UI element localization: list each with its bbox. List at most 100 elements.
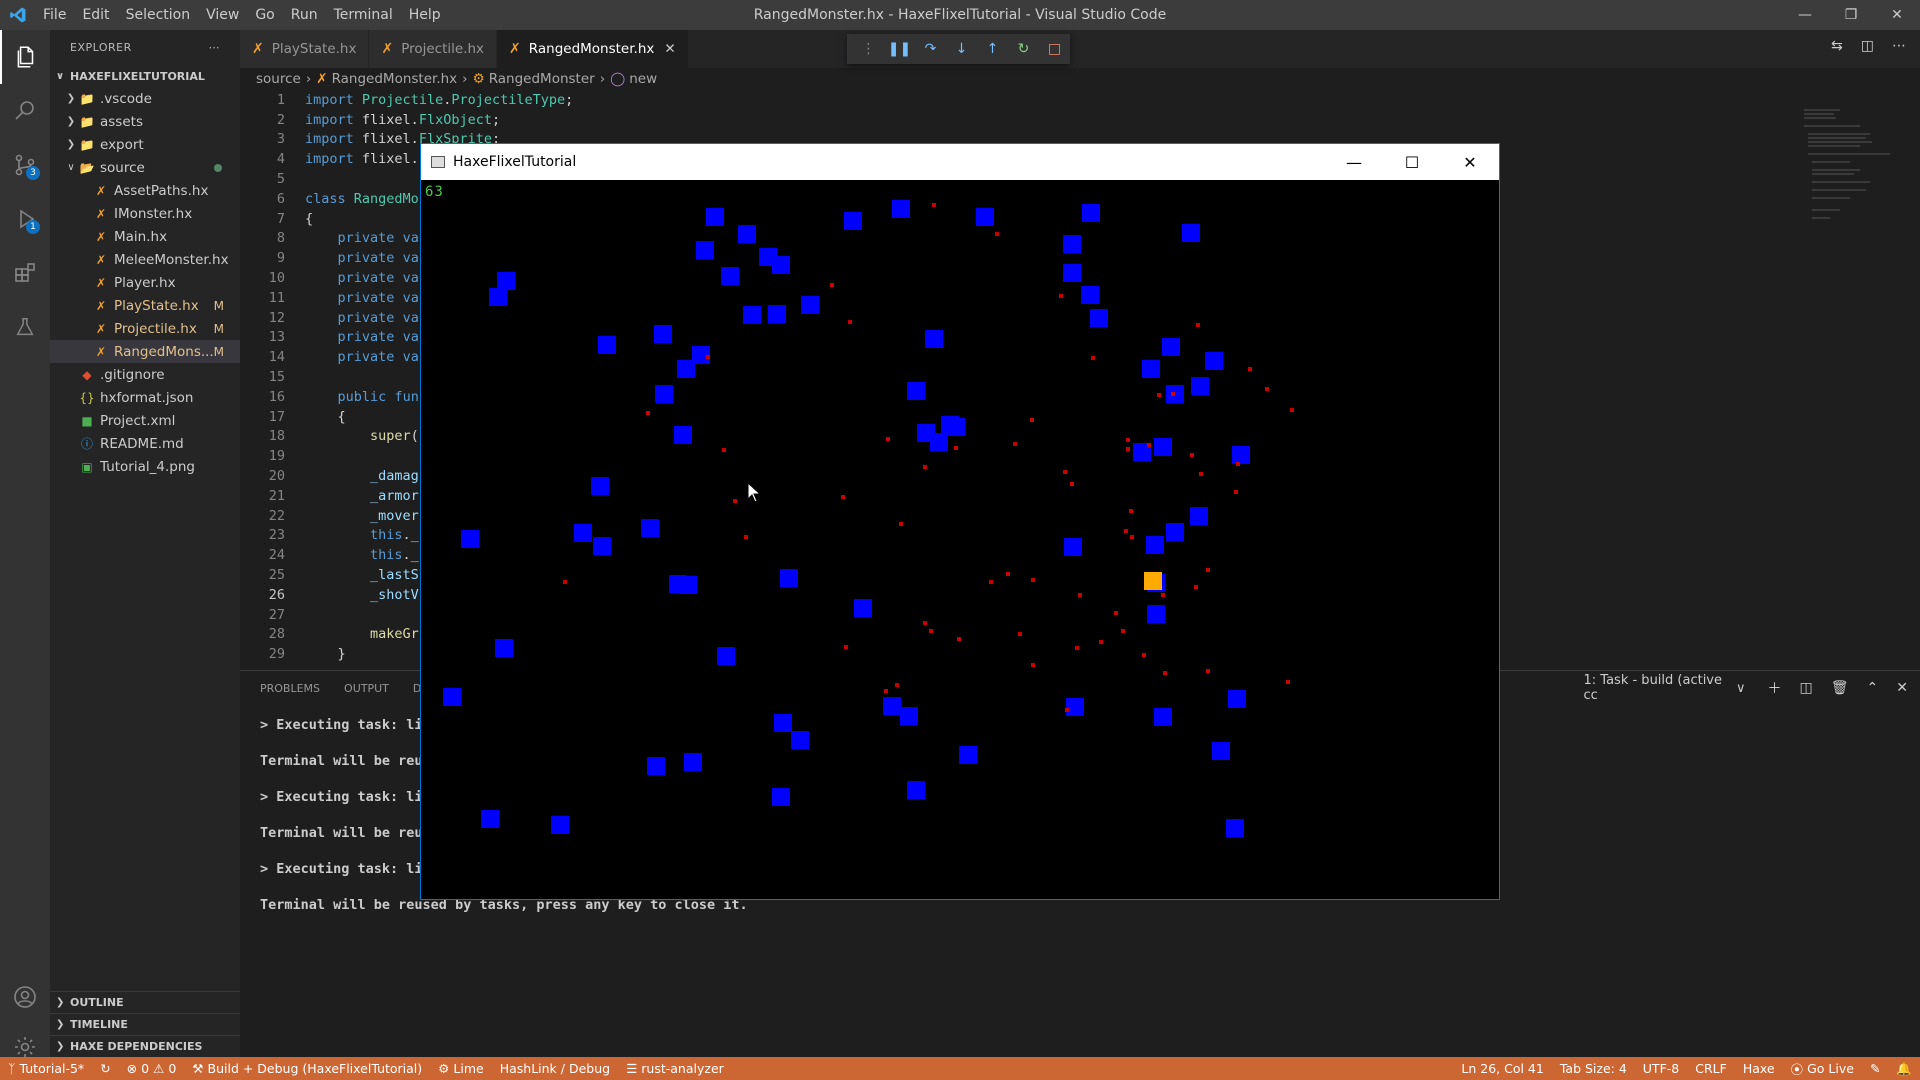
list-item[interactable]: ◆ .gitignore bbox=[50, 363, 240, 386]
stop-icon[interactable]: □ bbox=[1039, 41, 1070, 57]
tab-problems[interactable]: PROBLEMS bbox=[260, 682, 320, 695]
monster-sprite bbox=[696, 241, 714, 259]
account-icon[interactable] bbox=[0, 970, 50, 1024]
breadcrumb-item[interactable]: RangedMonster.hx bbox=[332, 71, 458, 87]
encoding[interactable]: UTF-8 bbox=[1635, 1061, 1687, 1076]
run-debug-icon[interactable]: 1 bbox=[0, 192, 50, 246]
menu-run[interactable]: Run bbox=[283, 0, 326, 30]
minimize-button[interactable]: — bbox=[1782, 0, 1828, 30]
trash-icon[interactable]: 🗑 bbox=[1831, 680, 1849, 696]
list-item[interactable]: ⓘ README.md bbox=[50, 432, 240, 455]
close-tab-icon[interactable]: ✕ bbox=[664, 41, 675, 57]
drag-handle-icon[interactable]: ⋮ bbox=[853, 41, 884, 57]
explorer-icon[interactable] bbox=[0, 30, 50, 84]
target-status[interactable]: HashLink / Debug bbox=[492, 1061, 618, 1076]
breadcrumb-item[interactable]: RangedMonster bbox=[489, 71, 595, 87]
restore-button[interactable]: ❐ bbox=[1828, 0, 1874, 30]
debug-toolbar: ⋮ ❚❚ ↷ ↓ ↑ ↻ □ bbox=[847, 34, 1070, 64]
breadcrumb-item[interactable]: source bbox=[256, 71, 301, 87]
line-ending[interactable]: CRLF bbox=[1687, 1061, 1735, 1076]
tab-projectile[interactable]: ✗ Projectile.hx bbox=[369, 30, 498, 68]
haxe-dependencies-section[interactable]: ❯ HAXE DEPENDENCIES bbox=[50, 1035, 240, 1057]
maximize-panel-icon[interactable]: ⌃ bbox=[1867, 680, 1879, 696]
testing-icon[interactable] bbox=[0, 300, 50, 354]
close-panel-icon[interactable]: ✕ bbox=[1896, 680, 1908, 696]
list-item[interactable]: {} hxformat.json bbox=[50, 386, 240, 409]
menu-selection[interactable]: Selection bbox=[118, 0, 199, 30]
step-out-icon[interactable]: ↑ bbox=[977, 41, 1008, 57]
monster-sprite bbox=[772, 788, 790, 806]
tab-rangedmonster[interactable]: ✗ RangedMonster.hx ✕ bbox=[497, 30, 689, 68]
project-root[interactable]: ∨ HAXEFLIXELTUTORIAL bbox=[50, 65, 240, 87]
problems-status[interactable]: ⊗ 0 ⚠ 0 bbox=[119, 1061, 185, 1076]
list-item[interactable]: ✗ Projectile.hx M bbox=[50, 317, 240, 340]
menu-terminal[interactable]: Terminal bbox=[326, 0, 401, 30]
source-control-icon[interactable]: 3 bbox=[0, 138, 50, 192]
more-actions-icon[interactable]: ⋯ bbox=[209, 41, 221, 54]
tab-playstate[interactable]: ✗ PlayState.hx bbox=[240, 30, 370, 68]
outline-section[interactable]: ❯ OUTLINE bbox=[50, 991, 240, 1013]
branch-status[interactable]: ᛉ Tutorial-5* bbox=[0, 1061, 92, 1076]
breadcrumb-item[interactable]: new bbox=[629, 71, 657, 87]
cursor-position[interactable]: Ln 26, Col 41 bbox=[1453, 1061, 1551, 1076]
notifications-icon[interactable]: 🔔 bbox=[1888, 1061, 1920, 1077]
tab-size[interactable]: Tab Size: 4 bbox=[1552, 1061, 1635, 1076]
line-number: 23 bbox=[268, 527, 285, 544]
game-close-button[interactable]: ✕ bbox=[1441, 144, 1499, 180]
close-button[interactable]: ✕ bbox=[1874, 0, 1920, 30]
info-icon: ⓘ bbox=[80, 437, 93, 451]
step-over-icon[interactable]: ↷ bbox=[915, 41, 946, 57]
game-canvas[interactable]: 63 bbox=[421, 180, 1499, 899]
language-mode[interactable]: Haxe bbox=[1735, 1061, 1783, 1076]
projectile-sprite bbox=[1059, 294, 1063, 298]
split-editor-icon[interactable]: ◫ bbox=[1861, 38, 1874, 54]
projectile-sprite bbox=[1031, 578, 1035, 582]
projectile-sprite bbox=[841, 495, 845, 499]
extensions-icon[interactable] bbox=[0, 246, 50, 300]
list-item[interactable]: ✗ MeleeMonster.hx bbox=[50, 248, 240, 271]
list-item[interactable]: ∨ 📂 source bbox=[50, 156, 240, 179]
build-status[interactable]: ⚒ Build + Debug (HaxeFlixelTutorial) bbox=[184, 1061, 430, 1076]
list-item[interactable]: ✗ PlayState.hx M bbox=[50, 294, 240, 317]
list-item[interactable]: ✗ AssetPaths.hx bbox=[50, 179, 240, 202]
list-item[interactable]: ✗ IMonster.hx bbox=[50, 202, 240, 225]
menu-go[interactable]: Go bbox=[247, 0, 282, 30]
terminal-select[interactable]: 1: Task - build (active cc ∨ bbox=[1580, 673, 1750, 703]
minimap[interactable] bbox=[1800, 90, 1920, 670]
game-maximize-button[interactable]: ☐ bbox=[1383, 144, 1441, 180]
monster-sprite bbox=[641, 519, 659, 537]
list-item[interactable]: ✗ RangedMons... M bbox=[50, 340, 240, 363]
haxe-icon: ✗ bbox=[509, 41, 521, 57]
list-item[interactable]: ✗ Player.hx bbox=[50, 271, 240, 294]
compare-icon[interactable]: ⇆ bbox=[1831, 38, 1843, 54]
go-live-button[interactable]: ⦿ Go Live bbox=[1783, 1059, 1862, 1078]
new-terminal-icon[interactable]: ＋ bbox=[1768, 678, 1782, 698]
class-icon: ⚙ bbox=[472, 71, 485, 87]
list-item[interactable]: ■ Project.xml bbox=[50, 409, 240, 432]
list-item[interactable]: ▣ Tutorial_4.png bbox=[50, 455, 240, 478]
pause-icon[interactable]: ❚❚ bbox=[884, 41, 915, 57]
list-item[interactable]: ✗ Main.hx bbox=[50, 225, 240, 248]
projectile-sprite bbox=[848, 320, 852, 324]
list-item[interactable]: ❯ 📁 assets bbox=[50, 110, 240, 133]
menu-edit[interactable]: Edit bbox=[74, 0, 117, 30]
feedback-icon[interactable]: ✎ bbox=[1862, 1061, 1888, 1076]
list-item[interactable]: ❯ 📁 export bbox=[50, 133, 240, 156]
restart-icon[interactable]: ↻ bbox=[1008, 41, 1039, 57]
game-minimize-button[interactable]: — bbox=[1325, 144, 1383, 180]
menu-file[interactable]: File bbox=[35, 0, 74, 30]
tab-output[interactable]: OUTPUT bbox=[344, 682, 389, 695]
step-into-icon[interactable]: ↓ bbox=[946, 41, 977, 57]
list-item[interactable]: ❯ 📁 .vscode bbox=[50, 87, 240, 110]
menu-help[interactable]: Help bbox=[401, 0, 449, 30]
timeline-section[interactable]: ❯ TIMELINE bbox=[50, 1013, 240, 1035]
more-actions-icon[interactable]: ⋯ bbox=[1892, 38, 1906, 54]
analyzer-status[interactable]: ☰ rust-analyzer bbox=[618, 1061, 732, 1076]
code-text: private va bbox=[337, 329, 419, 346]
search-icon[interactable] bbox=[0, 84, 50, 138]
split-terminal-icon[interactable]: ◫ bbox=[1800, 680, 1813, 696]
game-window-titlebar[interactable]: HaxeFlixelTutorial — ☐ ✕ bbox=[421, 144, 1499, 180]
menu-view[interactable]: View bbox=[198, 0, 247, 30]
lime-status[interactable]: ⚙ Lime bbox=[430, 1061, 492, 1076]
sync-status[interactable]: ↻ bbox=[92, 1061, 118, 1076]
